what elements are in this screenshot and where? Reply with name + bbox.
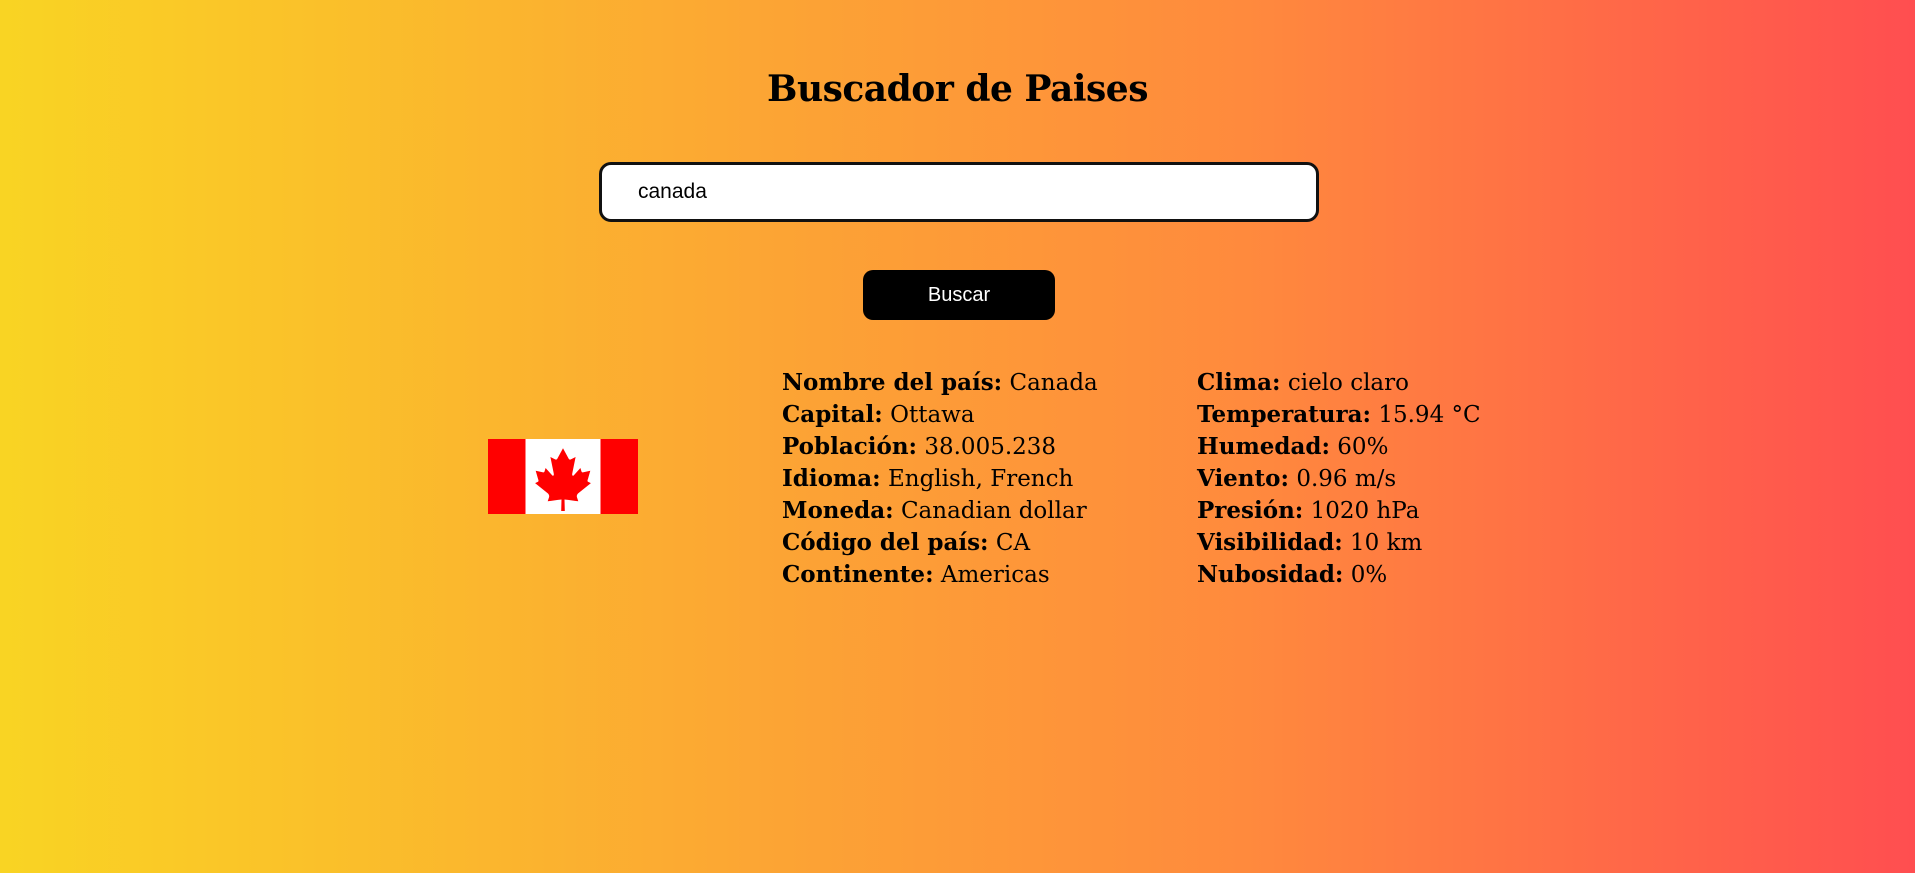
wind-row: Viento: 0.96 m/s [1197, 463, 1481, 495]
capital-row: Capital: Ottawa [782, 399, 1098, 431]
capital-value: Ottawa [890, 402, 975, 428]
row-label: Código del país: [782, 529, 989, 556]
row-label: Clima: [1197, 369, 1281, 396]
row-label: Nombre del país: [782, 369, 1003, 396]
row-label: Población: [782, 433, 918, 460]
cloudiness-value: 0% [1350, 562, 1388, 588]
population-value: 38.005.238 [924, 434, 1057, 460]
weather-description-row: Clima: cielo claro [1197, 367, 1481, 399]
weather-info-panel: Clima: cielo claro Temperatura: 15.94 °C… [1197, 367, 1481, 591]
humidity-value: 60% [1337, 434, 1389, 460]
row-label: Capital: [782, 401, 883, 428]
row-label: Moneda: [782, 497, 894, 524]
population-row: Población: 38.005.238 [782, 431, 1098, 463]
continent-row: Continente: Americas [782, 559, 1098, 591]
row-label: Presión: [1197, 497, 1304, 524]
humidity-row: Humedad: 60% [1197, 431, 1481, 463]
pressure-value: 1020 hPa [1310, 498, 1420, 524]
continent-value: Americas [940, 562, 1050, 588]
page-title: Buscador de Paises [767, 68, 1148, 110]
temperature-value: 15.94 °C [1378, 402, 1481, 428]
country-name-value: Canada [1009, 370, 1098, 396]
search-button[interactable]: Buscar [863, 270, 1055, 320]
row-label: Temperatura: [1197, 401, 1372, 428]
country-code-value: CA [995, 530, 1031, 556]
row-label: Continente: [782, 561, 934, 588]
language-value: English, French [887, 466, 1074, 492]
temperature-row: Temperatura: 15.94 °C [1197, 399, 1481, 431]
visibility-row: Visibilidad: 10 km [1197, 527, 1481, 559]
cloudiness-row: Nubosidad: 0% [1197, 559, 1481, 591]
country-name-row: Nombre del país: Canada [782, 367, 1098, 399]
currency-value: Canadian dollar [900, 498, 1087, 524]
weather-description-value: cielo claro [1287, 370, 1409, 396]
country-info-panel: Nombre del país: Canada Capital: Ottawa … [782, 367, 1098, 591]
canada-flag-icon [488, 439, 638, 514]
row-label: Humedad: [1197, 433, 1330, 460]
country-search-input[interactable] [599, 162, 1319, 222]
pressure-row: Presión: 1020 hPa [1197, 495, 1481, 527]
country-code-row: Código del país: CA [782, 527, 1098, 559]
visibility-value: 10 km [1350, 530, 1423, 556]
row-label: Nubosidad: [1197, 561, 1344, 588]
row-label: Idioma: [782, 465, 881, 492]
currency-row: Moneda: Canadian dollar [782, 495, 1098, 527]
language-row: Idioma: English, French [782, 463, 1098, 495]
row-label: Visibilidad: [1197, 529, 1343, 556]
row-label: Viento: [1197, 465, 1289, 492]
wind-value: 0.96 m/s [1296, 466, 1397, 492]
